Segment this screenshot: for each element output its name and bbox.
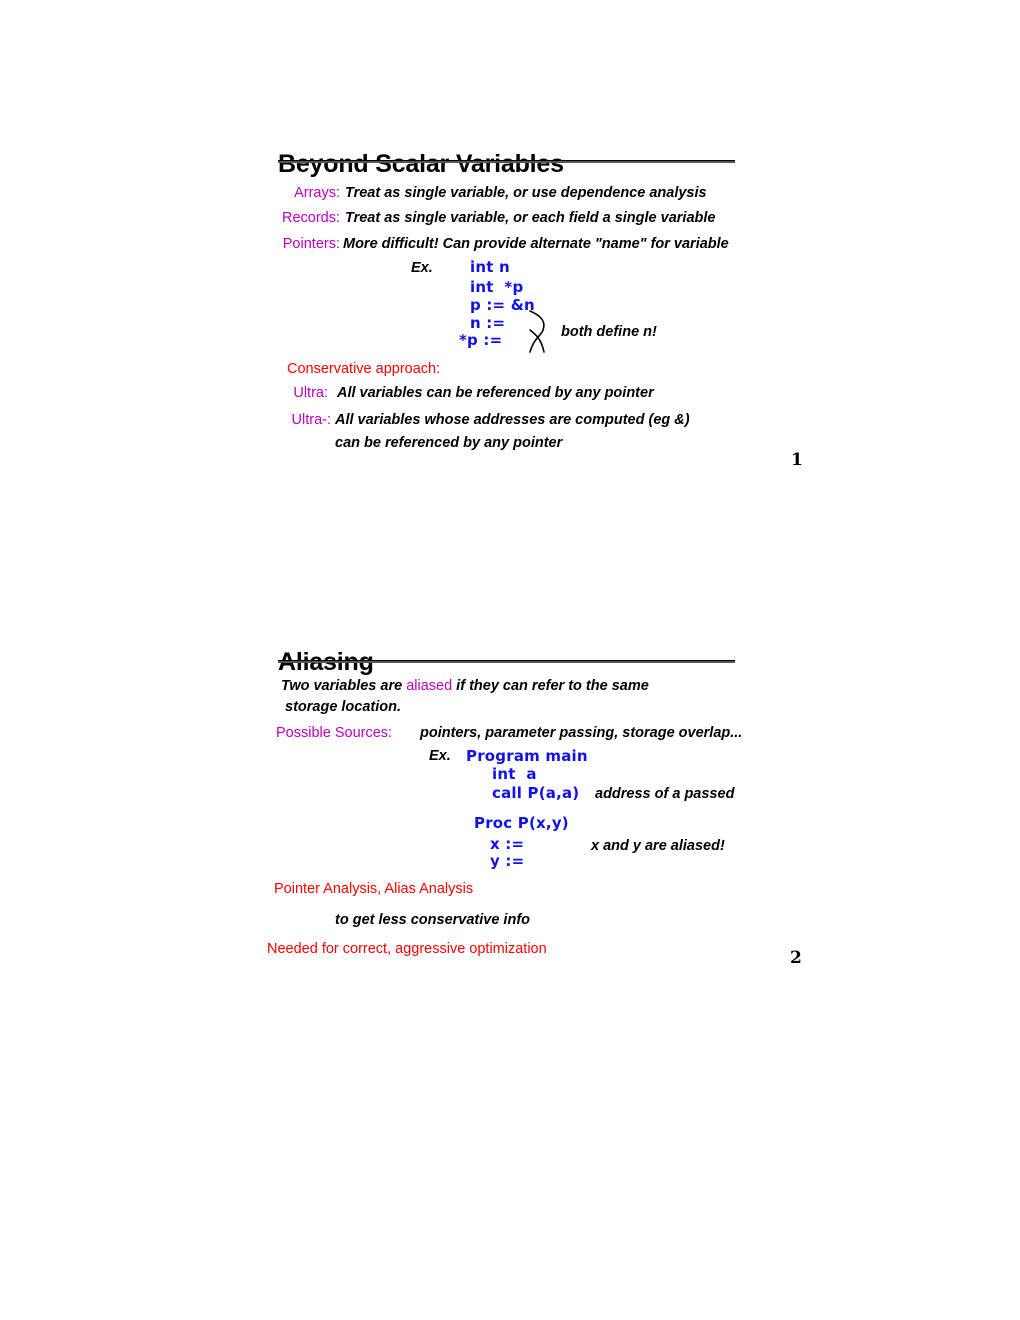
possible-sources-label: Possible Sources: (276, 725, 393, 741)
aliasing-definition-line2: storage location. (285, 699, 402, 715)
page-number-slide2: 2 (790, 948, 802, 968)
aliasing-definition-before: Two variables are (281, 678, 407, 694)
annotation-x-and-y-aliased: x and y are aliased! (591, 838, 725, 854)
code-line-proc-p: Proc P(x,y) (474, 814, 569, 832)
slide-aliasing: Aliasing Two variables are aliased if th… (0, 600, 1020, 1200)
closing-optimization-line: Needed for correct, aggressive optimizat… (267, 941, 547, 957)
definition-label-pointers: Pointers: (282, 236, 340, 252)
code-line-x-assign: x := (490, 835, 525, 853)
code-line-program-main: Program main (466, 747, 588, 765)
title-underline-rule (278, 160, 735, 163)
conservative-continuation-line: can be referenced by any pointer (335, 435, 563, 451)
definition-label-arrays: Arrays: (294, 185, 340, 201)
definition-label-records: Records: (281, 210, 340, 226)
title-underline-rule (278, 660, 735, 663)
annotation-address-of-a-passed: address of a passed (595, 786, 735, 802)
conservative-approach-heading: Conservative approach: (287, 361, 441, 377)
page-number-slide1: 1 (791, 450, 803, 470)
code-line-call-p: call P(a,a) (492, 784, 580, 802)
conservative-label-ultra: Ultra: (293, 385, 328, 401)
conservative-text-ultra-minus: All variables whose addresses are comput… (335, 412, 690, 428)
page-title: Beyond Scalar Variables (278, 149, 564, 178)
conservative-text-ultra: All variables can be referenced by any p… (337, 385, 654, 401)
code-line-int-n: int n (470, 258, 510, 276)
possible-sources-text: pointers, parameter passing, storage ove… (420, 725, 743, 741)
example-marker-slide2: Ex. (429, 748, 451, 764)
code-line-y-assign: y := (490, 852, 525, 870)
curly-brace-icon (529, 310, 545, 353)
slide-document: { "document": { "page_background": "#fff… (0, 0, 1020, 1320)
annotation-both-define-n: both define n! (561, 324, 657, 340)
example-marker-slide1: Ex. (411, 260, 433, 276)
pointer-alias-analysis-line: Pointer Analysis, Alias Analysis (274, 881, 474, 897)
definition-text-arrays: Treat as single variable, or use depende… (345, 185, 707, 201)
aliasing-definition-emphasis: aliased (406, 678, 453, 694)
code-line-star-p-assign: *p := (459, 331, 503, 349)
analysis-goal-line: to get less conservative info (335, 912, 531, 928)
code-line-n-assign: n := (470, 314, 506, 332)
definition-text-records: Treat as single variable, or each field … (345, 210, 716, 226)
code-line-int-star-p: int *p (470, 278, 524, 296)
definition-text-pointers: More difficult! Can provide alternate "n… (343, 236, 729, 252)
code-line-int-a: int a (492, 765, 537, 783)
aliasing-definition-line1: Two variables are aliased if they can re… (281, 678, 649, 694)
conservative-label-ultra-minus: Ultra-: (291, 412, 331, 428)
aliasing-definition-after: if they can refer to the same (452, 678, 649, 694)
slide-beyond-scalar-variables: Beyond Scalar Variables Arrays: Treat as… (0, 0, 1020, 600)
